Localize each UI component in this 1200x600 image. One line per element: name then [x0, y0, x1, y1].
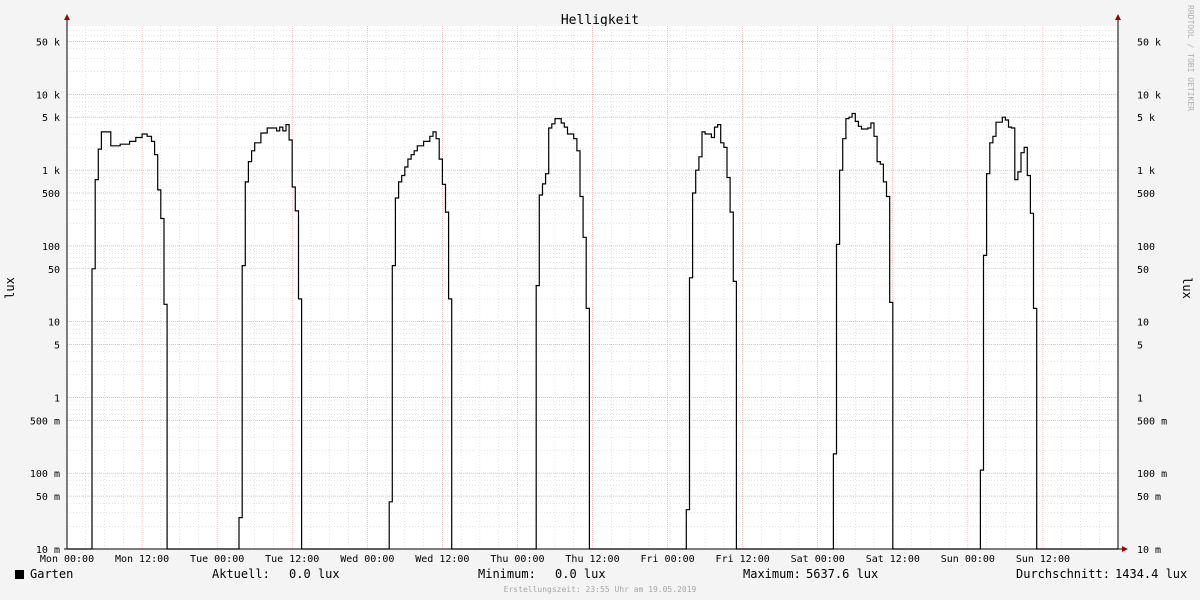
x-tick-label: Sat 00:00 [791, 554, 845, 565]
y-tick-label-right: 5 k [1137, 113, 1155, 124]
y-tick-label-left: 1 k [42, 166, 60, 177]
chart-container: Helligkeit lux lux RRDTOOL / TOBI OETIKE… [0, 0, 1200, 600]
x-tick-label: Fri 12:00 [716, 554, 770, 565]
y-axis-arrow-right [1115, 14, 1121, 20]
legend-swatch [15, 570, 24, 579]
watermark-text: RRDTOOL / TOBI OETIKER [1186, 5, 1195, 111]
legend-max-value: 5637.6 lux [806, 567, 879, 581]
chart-title: Helligkeit [561, 13, 639, 28]
y-tick-label-left: 500 m [30, 416, 60, 427]
x-tick-label: Mon 00:00 [40, 554, 94, 565]
y-tick-label-left: 100 [42, 242, 60, 253]
y-tick-label-left: 500 [42, 189, 60, 200]
x-tick-label: Wed 12:00 [415, 554, 469, 565]
y-tick-label-right: 50 k [1137, 37, 1161, 48]
y-tick-label-left: 100 m [30, 469, 60, 480]
y-tick-label-left: 5 [54, 341, 60, 352]
legend-min-label: Minimum: [478, 567, 536, 581]
y-tick-label-right: 1 [1137, 393, 1143, 404]
y-tick-label-left: 50 m [36, 492, 60, 503]
x-tick-label: Sun 12:00 [1016, 554, 1070, 565]
legend-avg-value: 1434.4 lux [1115, 567, 1188, 581]
legend-min-value: 0.0 lux [555, 567, 606, 581]
x-tick-label: Fri 00:00 [640, 554, 694, 565]
footer-timestamp: Erstellungszeit: 23:55 Uhr am 19.05.2019 [503, 585, 697, 594]
y-tick-label-left: 1 [54, 393, 60, 404]
x-tick-label: Wed 00:00 [340, 554, 394, 565]
x-tick-label: Thu 12:00 [565, 554, 619, 565]
y-tick-label-right: 100 m [1137, 469, 1167, 480]
x-tick-label: Tue 00:00 [190, 554, 244, 565]
y-tick-label-right: 500 [1137, 189, 1155, 200]
y-tick-label-left: 10 k [36, 90, 60, 101]
legend-series-label: Garten [30, 567, 74, 581]
legend-current-label: Aktuell: [212, 567, 270, 581]
legend-avg-label: Durchschnitt: [1016, 567, 1110, 581]
y-tick-label-left: 5 k [42, 113, 60, 124]
legend-max-label: Maximum: [743, 567, 801, 581]
x-tick-label: Mon 12:00 [115, 554, 169, 565]
x-tick-label: Sat 12:00 [866, 554, 920, 565]
x-tick-label: Thu 00:00 [490, 554, 544, 565]
y-tick-label-right: 100 [1137, 242, 1155, 253]
y-tick-label-left: 10 [48, 318, 60, 329]
y-axis-label-right: lux [1180, 277, 1194, 299]
y-tick-label-right: 500 m [1137, 416, 1167, 427]
chart-svg: Helligkeit lux lux RRDTOOL / TOBI OETIKE… [3, 5, 1195, 565]
y-tick-label-right: 5 [1137, 341, 1143, 352]
y-tick-label-left: 50 [48, 265, 60, 276]
x-tick-label: Tue 12:00 [265, 554, 319, 565]
legend-current-value: 0.0 lux [289, 567, 340, 581]
y-tick-label-right: 10 m [1137, 545, 1161, 556]
x-axis-arrow [1122, 546, 1128, 552]
y-tick-label-right: 10 [1137, 318, 1149, 329]
x-tick-label: Sun 00:00 [941, 554, 995, 565]
y-tick-label-right: 50 [1137, 265, 1149, 276]
y-axis-arrow-left [64, 14, 70, 20]
y-tick-label-right: 10 k [1137, 90, 1161, 101]
y-tick-label-right: 50 m [1137, 492, 1161, 503]
y-tick-label-right: 1 k [1137, 166, 1155, 177]
y-tick-label-left: 50 k [36, 37, 60, 48]
y-axis-label-left: lux [3, 277, 17, 299]
